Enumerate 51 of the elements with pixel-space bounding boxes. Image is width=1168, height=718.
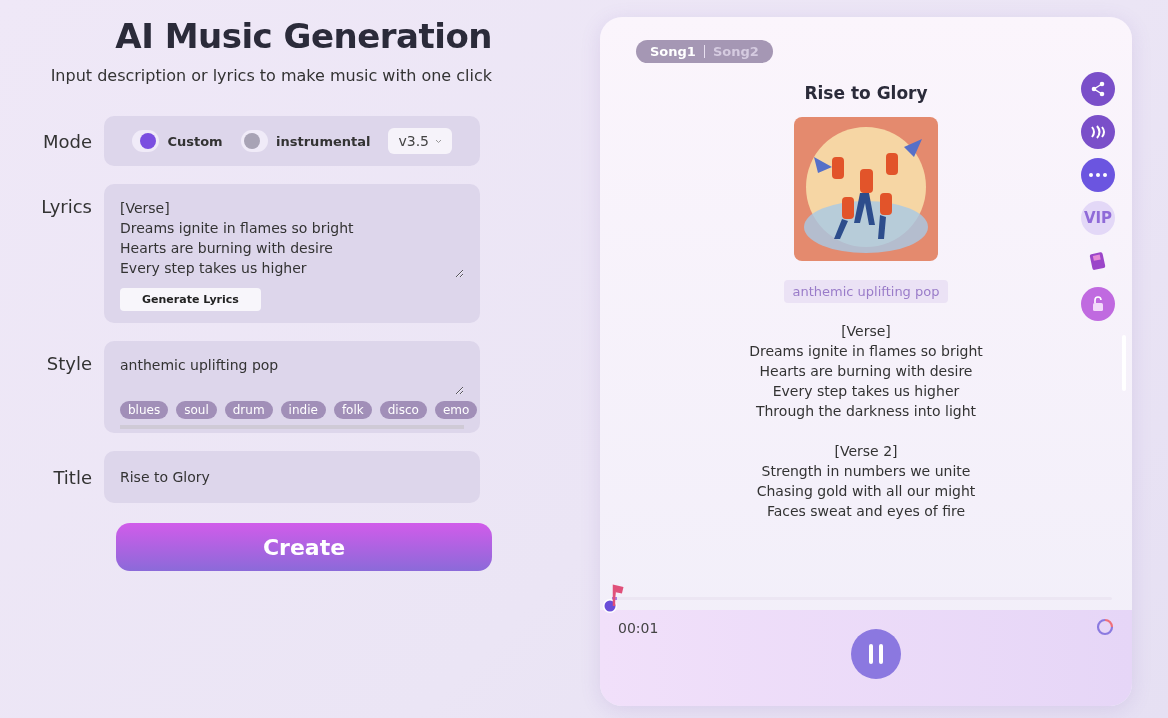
style-tag[interactable]: indie — [280, 401, 326, 419]
unlock-button[interactable] — [1081, 287, 1115, 321]
vip-button[interactable]: VIP — [1081, 201, 1115, 235]
page-subtitle: Input description or lyrics to make music with one click — [49, 66, 492, 85]
song-title: Rise to Glory — [804, 83, 928, 103]
share-icon — [1090, 81, 1106, 97]
toggle-switch[interactable] — [240, 130, 269, 152]
pause-button[interactable] — [851, 629, 901, 679]
more-button[interactable] — [1081, 158, 1115, 192]
title-field[interactable]: Rise to Glory — [104, 451, 480, 503]
more-icon — [1089, 173, 1107, 177]
book-icon — [1089, 251, 1107, 271]
unlock-icon — [1090, 296, 1106, 312]
field-label: Style — [45, 352, 93, 374]
field-label: Lyrics — [40, 195, 93, 217]
style-tag[interactable]: disco — [379, 401, 427, 419]
toggle-label: instrumental — [276, 133, 371, 149]
lyric-line: [Verse] — [841, 322, 891, 341]
lyric-line: Hearts are burning with desire — [759, 362, 973, 381]
song-tab[interactable]: Song1 — [650, 44, 696, 59]
style-tag[interactable]: emo — [434, 401, 478, 419]
lyric-line: Through the darkness into light — [755, 402, 977, 421]
create-button[interactable]: Create — [116, 523, 492, 571]
share-button[interactable] — [1081, 72, 1115, 106]
version-dropdown[interactable]: v3.5 — [388, 128, 452, 154]
lyrics-field[interactable]: [Verse] Dreams ignite in flames so bright Hearts are burning with desire Every step takes us higher Generate Lyrics — [104, 184, 480, 323]
lyric-line: Faces sweat and eyes of fire — [766, 502, 966, 521]
page-title: AI Music Generation — [114, 16, 492, 56]
chevron-down-icon — [435, 138, 442, 144]
style-tag[interactable]: folk — [333, 401, 372, 419]
sound-wave-button[interactable] — [1081, 115, 1115, 149]
elapsed-time: 00:01 — [618, 620, 659, 636]
sound-wave-icon — [1089, 124, 1107, 140]
pause-icon — [868, 644, 884, 664]
progress-track[interactable] — [600, 582, 1112, 614]
lyric-line: Chasing gold with all our might — [756, 482, 976, 501]
lyric-line: [Verse 2] — [834, 442, 898, 461]
toggle-label: Custom — [167, 133, 223, 149]
style-tag[interactable]: drum — [224, 401, 273, 419]
field-label: Title — [52, 466, 93, 488]
field-label: Mode — [41, 130, 93, 152]
loading-icon — [1096, 618, 1114, 636]
style-field[interactable]: anthemic uplifting pop blues soul drum indie folk disco emo — [104, 341, 480, 433]
toggle-switch[interactable] — [132, 130, 160, 152]
style-tag[interactable]: blues — [120, 401, 169, 419]
lyric-line: Dreams ignite in flames so bright — [749, 342, 983, 361]
generate-lyrics-button[interactable]: Generate Lyrics — [120, 288, 261, 311]
lyric-line: Every step takes us higher — [772, 382, 960, 401]
lyric-line: Strength in numbers we unite — [761, 462, 971, 481]
style-tag[interactable]: soul — [176, 401, 217, 419]
style-tag: anthemic uplifting pop — [783, 280, 949, 303]
